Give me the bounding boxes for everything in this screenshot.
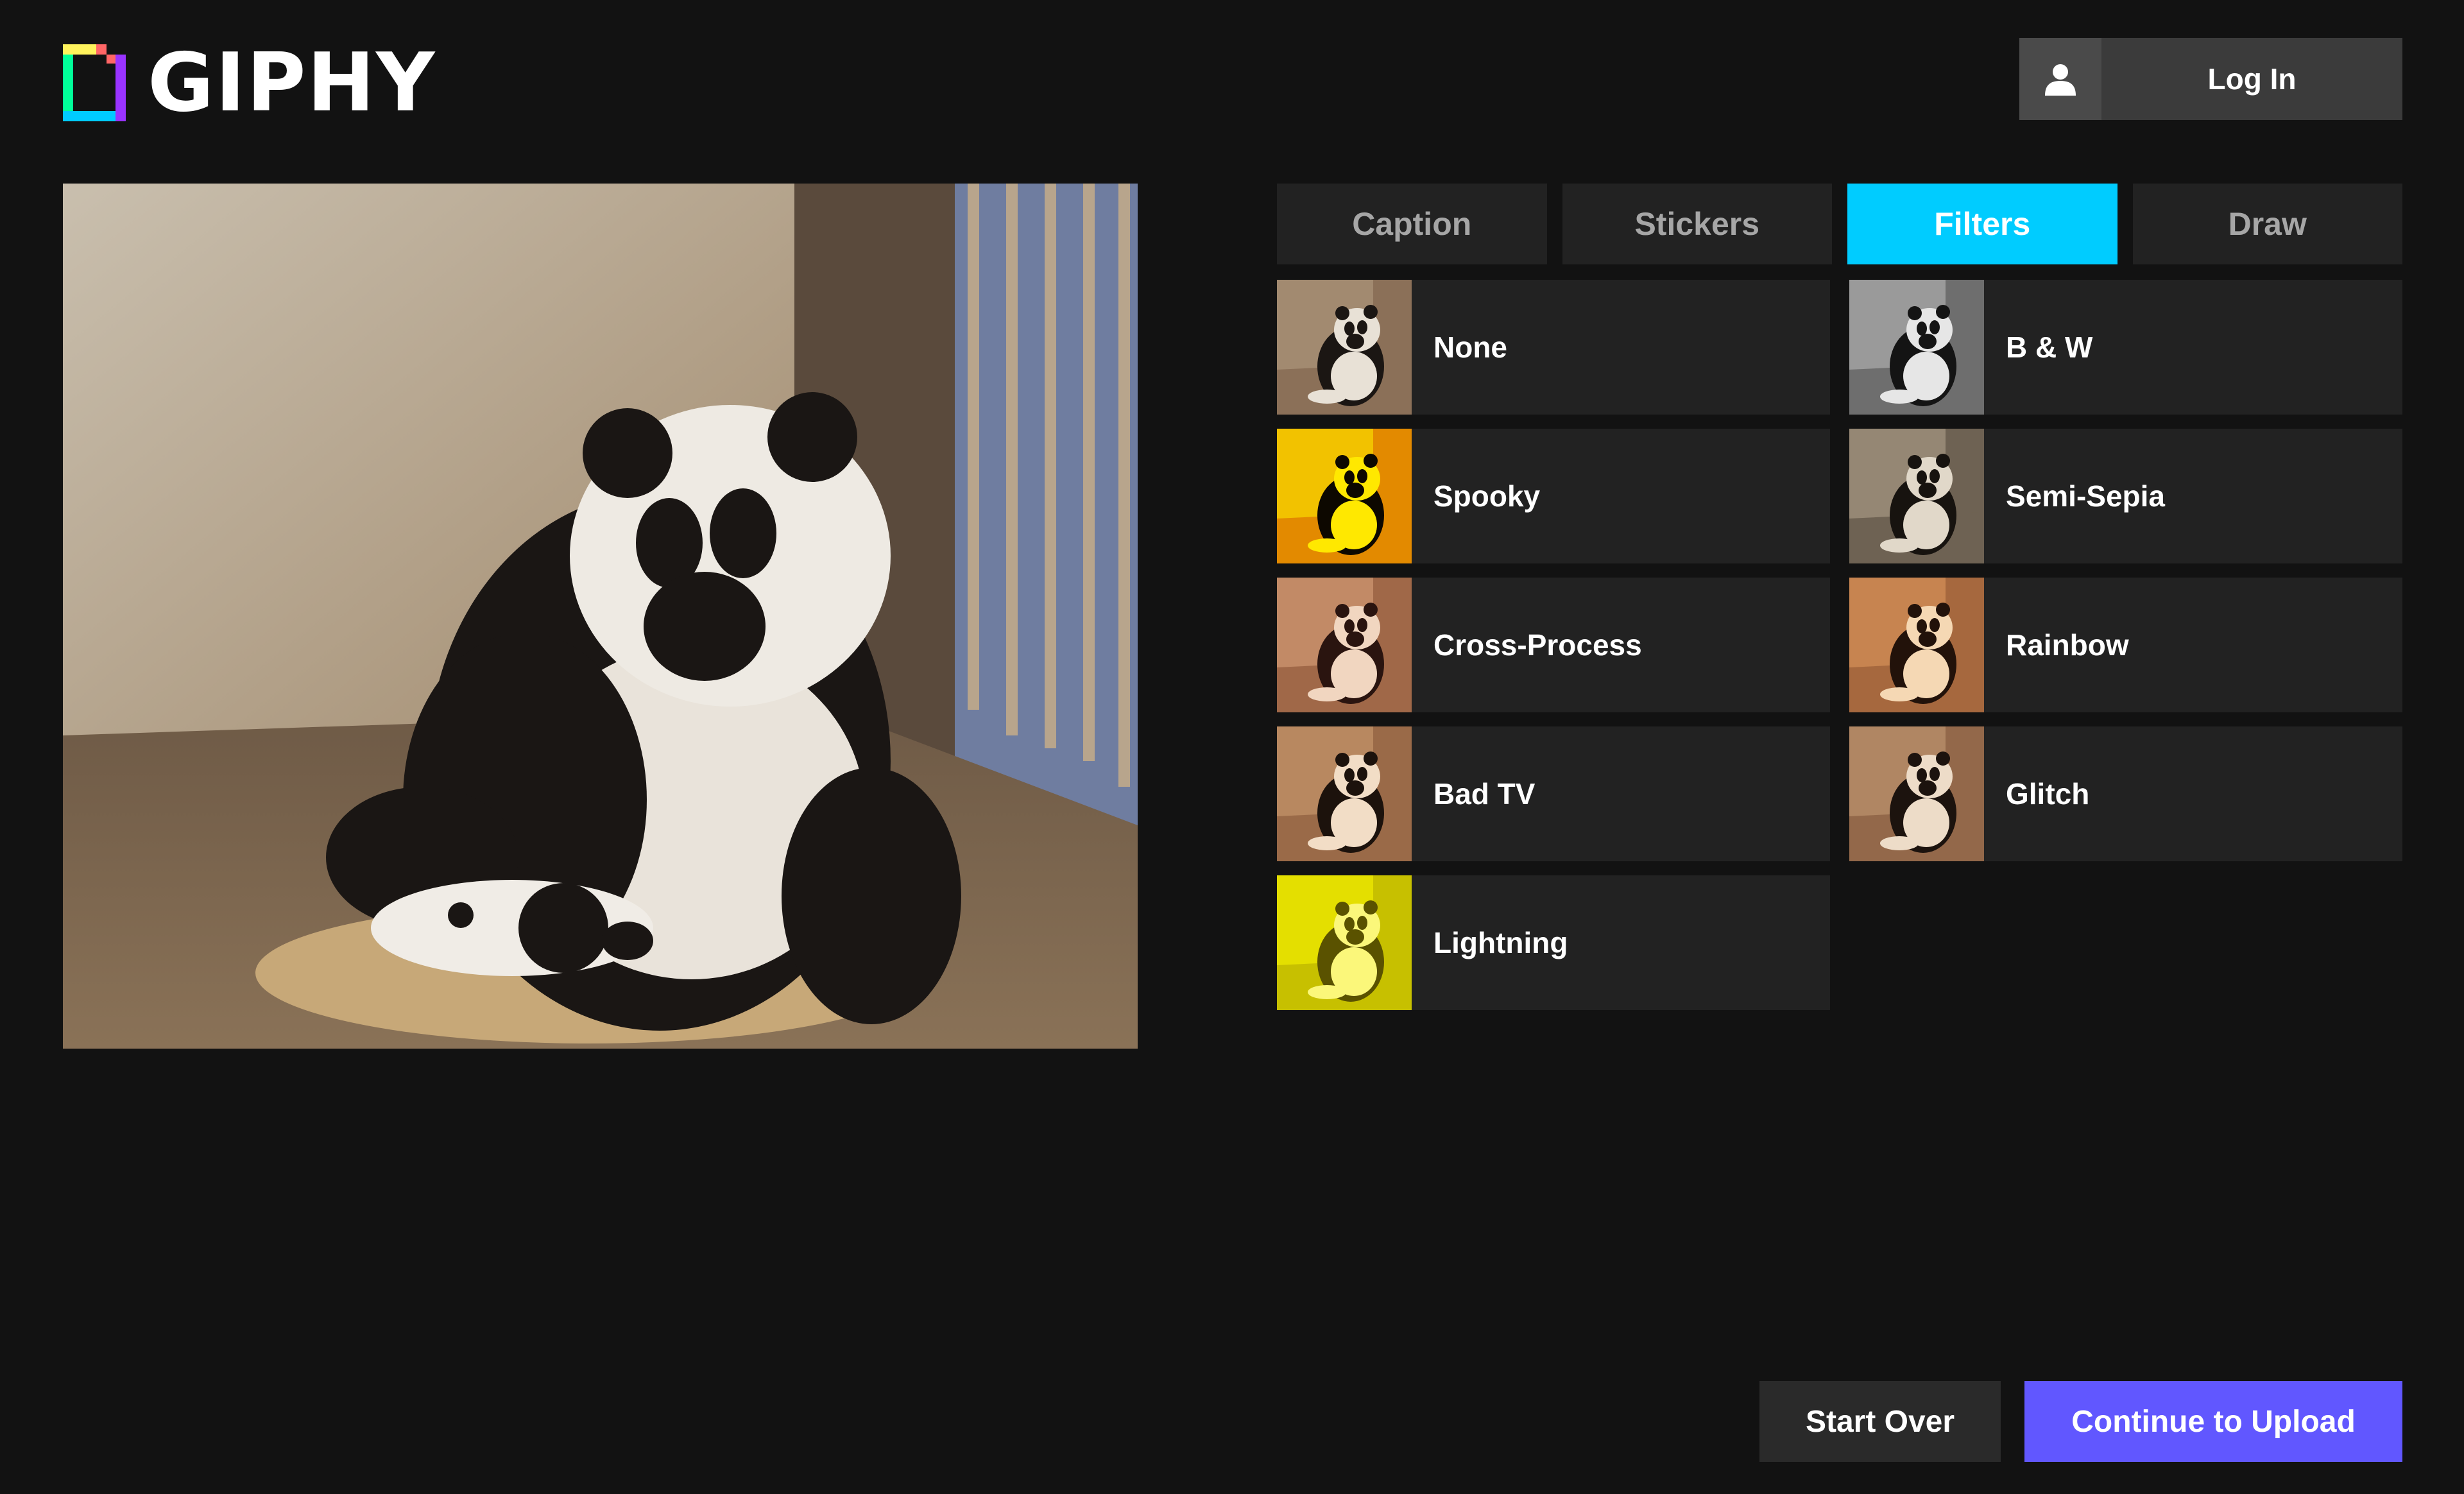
filter-option-cross-process[interactable]: Cross-Process <box>1277 578 1830 712</box>
filter-thumbnail <box>1277 726 1412 861</box>
filter-thumbnail <box>1849 429 1984 563</box>
filter-option-rainbow[interactable]: Rainbow <box>1849 578 2402 712</box>
filter-label: Spooky <box>1433 479 1541 513</box>
start-over-button[interactable]: Start Over <box>1759 1381 2001 1462</box>
filter-label: B & W <box>2006 331 2093 364</box>
filter-option-lightning[interactable]: Lightning <box>1277 875 1830 1010</box>
filter-option-bad-tv[interactable]: Bad TV <box>1277 726 1830 861</box>
filter-option-spooky[interactable]: Spooky <box>1277 429 1830 563</box>
giphy-editor-page: GIPHY Log In Caption Stickers Filters Dr… <box>0 0 2464 1494</box>
panda-preview-image <box>63 184 1138 1049</box>
panda-thumbnail-image <box>1849 726 1984 861</box>
filter-label: Lightning <box>1433 926 1568 959</box>
tab-stickers[interactable]: Stickers <box>1562 184 1832 264</box>
filter-thumbnail <box>1277 578 1412 712</box>
tab-draw[interactable]: Draw <box>2132 184 2402 264</box>
panda-thumbnail-image <box>1849 280 1984 415</box>
filter-label: Glitch <box>2006 777 2090 811</box>
tab-caption[interactable]: Caption <box>1277 184 1547 264</box>
giphy-logo-icon <box>63 44 126 121</box>
filter-thumbnail <box>1849 280 1984 415</box>
gif-preview <box>63 184 1138 1049</box>
filter-thumbnail <box>1277 280 1412 415</box>
giphy-logo[interactable]: GIPHY <box>63 42 436 123</box>
filter-label: None <box>1433 331 1507 364</box>
filter-option-semi-sepia[interactable]: Semi-Sepia <box>1849 429 2402 563</box>
panda-thumbnail-image <box>1277 875 1412 1010</box>
filter-option-bw[interactable]: B & W <box>1849 280 2402 415</box>
tab-filters[interactable]: Filters <box>1847 184 2118 264</box>
panda-thumbnail-image <box>1277 726 1412 861</box>
login-label: Log In <box>2207 62 2297 96</box>
filter-option-none[interactable]: None <box>1277 280 1830 415</box>
panda-thumbnail-image <box>1277 280 1412 415</box>
filter-thumbnail <box>1849 578 1984 712</box>
filter-label: Bad TV <box>1433 777 1536 811</box>
editor-tabs: Caption Stickers Filters Draw <box>1277 184 2402 264</box>
filter-thumbnail <box>1849 726 1984 861</box>
filter-label: Cross-Process <box>1433 628 1642 662</box>
panda-thumbnail-image <box>1277 578 1412 712</box>
continue-to-upload-button[interactable]: Continue to Upload <box>2024 1381 2402 1462</box>
login-button[interactable]: Log In <box>2019 38 2402 120</box>
user-icon <box>2019 38 2101 120</box>
panda-thumbnail-image <box>1849 578 1984 712</box>
panda-thumbnail-image <box>1277 429 1412 563</box>
logo-wordmark: GIPHY <box>148 35 436 130</box>
filter-label: Semi-Sepia <box>2006 479 2165 513</box>
panda-thumbnail-image <box>1849 429 1984 563</box>
filter-label: Rainbow <box>2006 628 2129 662</box>
filter-thumbnail <box>1277 875 1412 1010</box>
filter-thumbnail <box>1277 429 1412 563</box>
filter-grid: None B & W Spooky Semi-Sepia Cross-Proce… <box>1277 280 2402 1010</box>
filter-option-glitch[interactable]: Glitch <box>1849 726 2402 861</box>
